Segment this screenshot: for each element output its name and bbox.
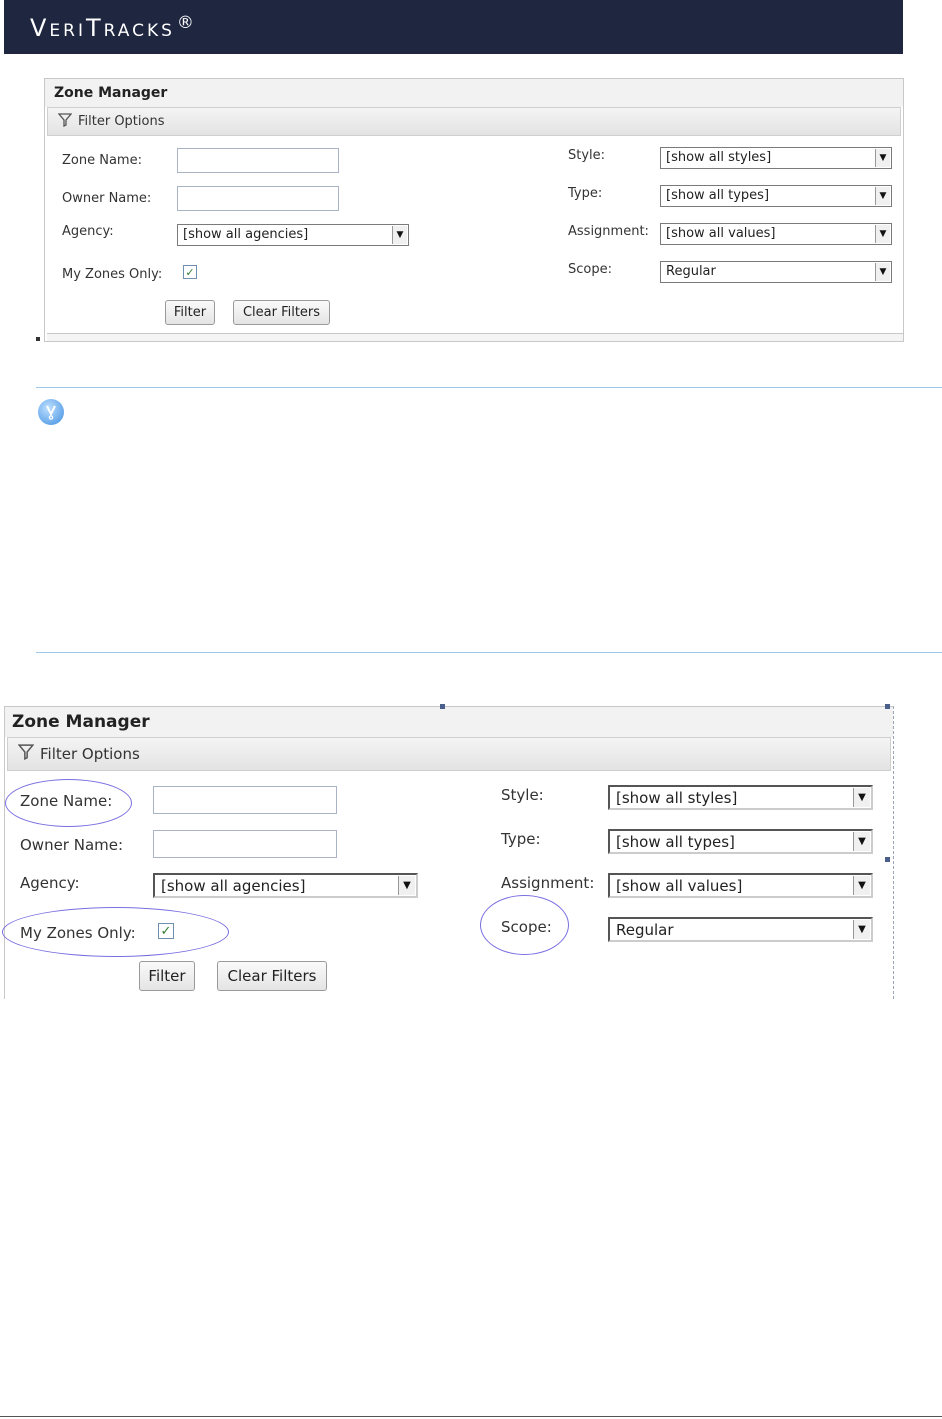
zone-name-label: Zone Name: <box>62 153 142 168</box>
type-value: [show all types] <box>666 188 770 203</box>
filter-options-label: Filter Options <box>40 745 140 763</box>
filter-options-bar[interactable]: Filter Options <box>47 107 901 136</box>
type-label: Type: <box>568 186 603 201</box>
chevron-down-icon: ▼ <box>875 149 890 167</box>
owner-name-label: Owner Name: <box>20 836 124 854</box>
agency-label: Agency: <box>20 874 80 892</box>
panel-title: Zone Manager <box>45 79 903 107</box>
panel-title: Zone Manager <box>5 707 893 737</box>
agency-select[interactable]: [show all agencies] ▼ <box>153 873 418 898</box>
scope-label: Scope: <box>568 262 612 277</box>
chevron-down-icon: ▼ <box>853 920 870 939</box>
callout-top-rule <box>36 387 942 388</box>
style-select[interactable]: [show all styles] ▼ <box>660 147 892 169</box>
assignment-value: [show all values] <box>666 226 776 241</box>
funnel-icon <box>57 112 73 131</box>
type-select[interactable]: [show all types] ▼ <box>608 829 873 854</box>
chevron-down-icon: ▼ <box>875 187 890 205</box>
assignment-select[interactable]: [show all values] ▼ <box>660 223 892 245</box>
my-zones-only-label: My Zones Only: <box>62 267 163 282</box>
funnel-icon <box>17 744 35 764</box>
info-icon <box>38 399 64 425</box>
scope-value: Regular <box>616 921 674 939</box>
chevron-down-icon: ▼ <box>875 263 890 281</box>
callout-bottom-rule <box>36 652 942 653</box>
clear-filters-button[interactable]: Clear Filters <box>233 300 330 325</box>
highlight-ellipse-zone-name <box>5 779 132 827</box>
assignment-label: Assignment: <box>501 874 595 892</box>
my-zones-only-checkbox[interactable]: ✓ <box>183 265 197 279</box>
filter-button[interactable]: Filter <box>139 961 195 991</box>
style-value: [show all styles] <box>666 150 772 165</box>
agency-label: Agency: <box>62 224 114 239</box>
assignment-label: Assignment: <box>568 224 649 239</box>
highlight-ellipse-my-zones-only <box>2 907 229 957</box>
assignment-value: [show all values] <box>616 877 743 895</box>
zone-manager-panel: Zone Manager Filter Options Zone Name: O… <box>44 78 904 342</box>
chevron-down-icon: ▼ <box>392 226 407 244</box>
results-grid-header <box>47 333 903 341</box>
selection-handle <box>885 857 890 862</box>
chevron-down-icon: ▼ <box>853 876 870 895</box>
style-value: [show all styles] <box>616 789 738 807</box>
type-value: [show all types] <box>616 833 735 851</box>
owner-name-input[interactable] <box>177 186 339 211</box>
scope-select[interactable]: Regular ▼ <box>660 261 892 283</box>
selection-handle <box>440 704 445 709</box>
style-label: Style: <box>568 148 606 163</box>
page-bottom-rule <box>0 1416 942 1417</box>
selection-handle <box>885 704 890 709</box>
chevron-down-icon: ▼ <box>875 225 890 243</box>
chevron-down-icon: ▼ <box>853 832 870 851</box>
style-label: Style: <box>501 786 544 804</box>
zone-name-input[interactable] <box>153 786 337 814</box>
owner-name-input[interactable] <box>153 830 337 858</box>
filter-options-label: Filter Options <box>78 114 165 129</box>
agency-value: [show all agencies] <box>183 227 309 242</box>
bullet-marker <box>36 337 40 341</box>
filter-options-bar[interactable]: Filter Options <box>7 737 891 771</box>
filter-button[interactable]: Filter <box>165 300 215 325</box>
highlight-ellipse-scope <box>480 895 569 955</box>
agency-select[interactable]: [show all agencies] ▼ <box>177 224 409 246</box>
scope-value: Regular <box>666 264 716 279</box>
chevron-down-icon: ▼ <box>398 876 415 895</box>
agency-value: [show all agencies] <box>161 877 306 895</box>
header-banner: VeriTracks ® <box>4 0 903 54</box>
checkmark-icon: ✓ <box>185 265 195 279</box>
brand-logo: VeriTracks ® <box>30 12 194 42</box>
chevron-down-icon: ▼ <box>853 788 870 807</box>
assignment-select[interactable]: [show all values] ▼ <box>608 873 873 898</box>
clear-filters-button[interactable]: Clear Filters <box>217 961 327 991</box>
type-label: Type: <box>501 830 541 848</box>
scope-select[interactable]: Regular ▼ <box>608 917 873 942</box>
owner-name-label: Owner Name: <box>62 191 152 206</box>
type-select[interactable]: [show all types] ▼ <box>660 185 892 207</box>
style-select[interactable]: [show all styles] ▼ <box>608 785 873 810</box>
zone-name-input[interactable] <box>177 148 339 173</box>
